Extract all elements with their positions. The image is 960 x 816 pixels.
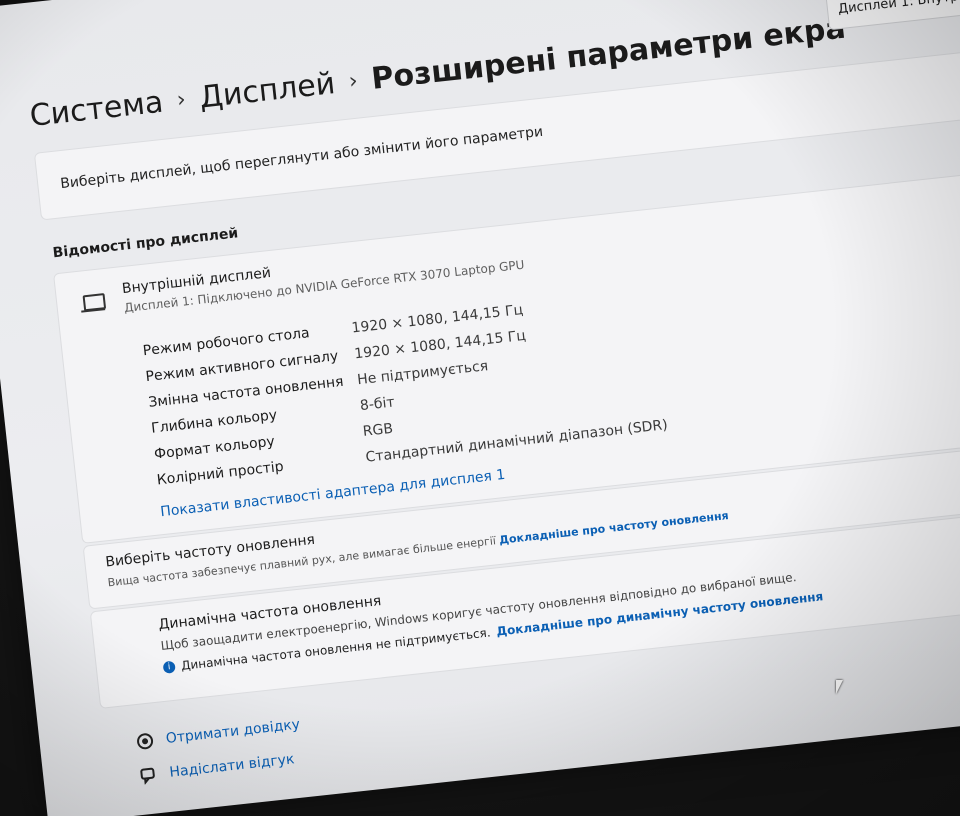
spec-value: Стандартний динамічний діапазон (SDR) xyxy=(364,417,669,466)
spec-label: Формат кольору xyxy=(153,433,276,463)
send-feedback-label: Надіслати відгук xyxy=(168,751,296,781)
spec-label: Колірний простір xyxy=(156,458,285,489)
help-icon xyxy=(137,733,154,750)
get-help-link[interactable]: Отримати довідку xyxy=(135,716,301,752)
chevron-right-icon: › xyxy=(347,68,360,95)
refresh-rate-learn-more-link[interactable]: Докладніше про частоту оновлення xyxy=(499,509,730,547)
spec-label: Глибина кольору xyxy=(150,407,278,437)
feedback-icon xyxy=(140,767,155,785)
spec-value: RGB xyxy=(362,420,394,440)
chevron-right-icon: › xyxy=(175,87,188,114)
monitor-icon xyxy=(82,293,107,312)
get-help-label: Отримати довідку xyxy=(165,716,301,747)
breadcrumb-system[interactable]: Система xyxy=(28,85,165,134)
mouse-cursor-icon xyxy=(836,680,850,694)
send-feedback-link[interactable]: Надіслати відгук xyxy=(139,750,296,785)
spec-value: 8-біт xyxy=(359,394,396,415)
breadcrumb-display[interactable]: Дисплей xyxy=(198,66,337,116)
spec-value: Не підтримується xyxy=(356,358,489,389)
display-selector-dropdown[interactable]: Дисплей 1: Внутрі xyxy=(825,0,960,31)
settings-window: Система › Дисплей › Розширені параметри … xyxy=(0,0,960,816)
photo-frame: Система › Дисплей › Розширені параметри … xyxy=(0,0,960,816)
select-display-text: Виберіть дисплей, щоб переглянути або зм… xyxy=(59,123,544,193)
info-icon: i xyxy=(162,660,176,674)
